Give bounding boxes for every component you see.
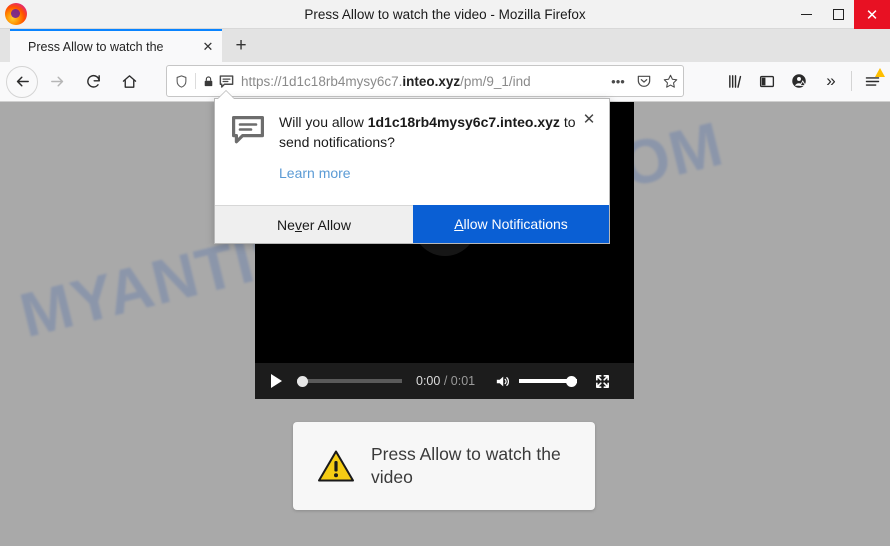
tab-close-icon[interactable]: ✕ (196, 35, 220, 59)
progress-track (297, 379, 402, 383)
progress-thumb[interactable] (297, 375, 308, 387)
notification-bubble-icon (231, 113, 275, 207)
url-subdomain: 1d1c18rb4mysy6c7. (281, 73, 403, 89)
alert-message: Press Allow to watch the video (371, 443, 561, 487)
home-button[interactable] (112, 66, 146, 98)
notification-close-button[interactable]: ✕ (579, 109, 599, 129)
bookmark-star-button[interactable] (657, 68, 683, 94)
tab-bar: Press Allow to watch the ✕ + (0, 29, 890, 62)
duration: 0:01 (450, 374, 476, 388)
video-controls-bar: 0:00 / 0:01 (255, 363, 634, 399)
video-volume-slider[interactable] (519, 374, 578, 388)
notification-buttons: Never Allow Allow Notifications (215, 205, 609, 243)
app-menu-button[interactable] (856, 66, 888, 96)
minimize-icon (800, 13, 812, 16)
forward-arrow-icon (50, 76, 63, 87)
warning-triangle-glyph (318, 450, 354, 482)
notification-main: Will you allow 1d1c18rb4mysy6c7.inteo.xy… (275, 113, 593, 207)
new-tab-button[interactable]: + (228, 33, 254, 59)
page-actions-button[interactable]: ••• (605, 68, 631, 94)
library-button[interactable] (719, 66, 751, 96)
video-fullscreen-button[interactable] (591, 370, 613, 392)
toolbar-divider (851, 71, 852, 91)
allow-notifications-label: Allow Notifications (454, 216, 568, 232)
library-icon (728, 74, 741, 88)
notification-body: Will you allow 1d1c18rb4mysy6c7.inteo.xy… (215, 99, 609, 207)
video-timecode: 0:00 / 0:01 (416, 374, 475, 388)
notification-panel-arrow (218, 91, 234, 99)
tracking-protection-shield-icon[interactable] (174, 74, 189, 89)
url-scheme: https:// (241, 73, 282, 89)
firefox-window: Press Allow to watch the video - Mozilla… (0, 0, 890, 546)
notification-permission-icon[interactable] (218, 74, 235, 89)
tab-active[interactable]: Press Allow to watch the ✕ (10, 29, 222, 62)
forward-button[interactable] (40, 66, 74, 98)
time-separator: / (443, 374, 448, 388)
maximize-button[interactable] (822, 0, 854, 29)
padlock-icon[interactable] (202, 74, 215, 89)
url-domain: inteo.xyz (402, 73, 461, 89)
notification-message: Will you allow 1d1c18rb4mysy6c7.inteo.xy… (279, 113, 593, 153)
identity-divider (195, 73, 196, 89)
volume-thumb[interactable] (566, 375, 578, 387)
minimize-button[interactable] (790, 0, 822, 29)
url-text[interactable]: https://1d1c18rb4mysy6c7.inteo.xyz/pm/9_… (241, 74, 605, 89)
back-arrow-icon (16, 76, 29, 87)
close-window-button[interactable]: ✕ (854, 0, 890, 29)
maximize-icon (832, 9, 844, 20)
volume-icon (496, 376, 509, 386)
learn-more-link[interactable]: Learn more (279, 165, 351, 181)
menu-warning-badge-icon (875, 68, 885, 77)
notification-message-prefix: Will you allow (279, 114, 364, 130)
reload-button[interactable] (76, 66, 110, 98)
video-progress-slider[interactable] (297, 374, 402, 388)
window-controls: ✕ (790, 0, 890, 29)
video-mute-button[interactable] (491, 370, 513, 392)
current-time: 0:00 (416, 374, 441, 388)
fullscreen-icon (595, 374, 609, 388)
sidebar-button[interactable] (751, 66, 783, 96)
warning-triangle-icon (315, 448, 357, 484)
window-title-bar: Press Allow to watch the video - Mozilla… (0, 0, 890, 29)
sidebar-icon (759, 75, 775, 87)
never-allow-label: Never Allow (277, 216, 351, 233)
window-title: Press Allow to watch the video - Mozilla… (304, 7, 586, 22)
tab-title: Press Allow to watch the (28, 39, 164, 54)
speech-bubble-icon (232, 116, 264, 144)
notification-origin: 1d1c18rb4mysy6c7.inteo.xyz (367, 114, 560, 130)
never-allow-button[interactable]: Never Allow (215, 205, 413, 243)
allow-notifications-button[interactable]: Allow Notifications (413, 205, 609, 243)
notification-permission-panel: Will you allow 1d1c18rb4mysy6c7.inteo.xy… (214, 98, 610, 244)
url-bar[interactable]: https://1d1c18rb4mysy6c7.inteo.xyz/pm/9_… (166, 65, 684, 97)
identity-box[interactable] (167, 73, 235, 89)
overflow-button[interactable]: » (815, 66, 847, 96)
url-path: /pm/9_1/ind (460, 73, 531, 89)
toolbar-right-buttons: » (719, 65, 888, 97)
press-allow-alert-card: Press Allow to watch the video (293, 422, 595, 510)
back-button[interactable] (6, 65, 38, 98)
star-icon (663, 74, 677, 88)
play-icon (270, 374, 282, 388)
account-button[interactable] (783, 66, 815, 96)
video-play-button[interactable] (265, 370, 287, 392)
account-warning-icon (792, 74, 807, 88)
home-icon (122, 75, 136, 88)
pocket-icon[interactable] (631, 68, 657, 94)
reload-icon (86, 74, 100, 88)
pocket-glyph-icon (637, 75, 651, 87)
